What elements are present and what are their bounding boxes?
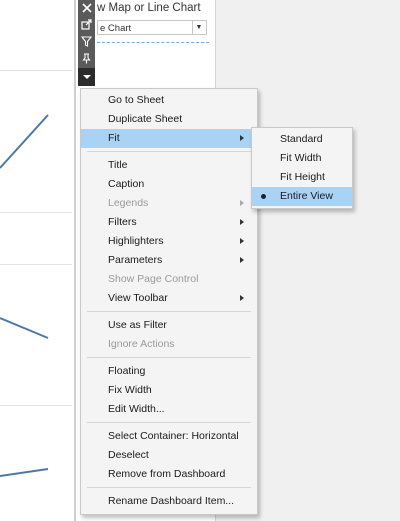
filter-icon[interactable] bbox=[78, 33, 95, 49]
menu-item-label: Show Page Control bbox=[108, 273, 199, 285]
dashed-divider bbox=[97, 42, 209, 43]
menu-item-label: Fix Width bbox=[108, 384, 152, 396]
chart-type-select-value: e Chart bbox=[100, 23, 132, 34]
fit-option-label: Fit Height bbox=[280, 171, 325, 183]
menu-item-label: Fit bbox=[108, 132, 120, 144]
selected-bullet-icon bbox=[261, 194, 266, 199]
menu-item-label: Ignore Actions bbox=[108, 338, 175, 350]
fit-option-fit-width[interactable]: Fit Width bbox=[252, 149, 352, 168]
menu-item-label: Remove from Dashboard bbox=[108, 468, 226, 480]
submenu-arrow-icon bbox=[240, 257, 244, 263]
fit-option-entire-view[interactable]: Entire View bbox=[252, 187, 352, 206]
submenu-arrow-icon bbox=[240, 295, 244, 301]
menu-item-floating[interactable]: Floating bbox=[81, 362, 257, 381]
menu-item-parameters[interactable]: Parameters bbox=[81, 251, 257, 270]
container-divider bbox=[74, 0, 76, 521]
menu-separator bbox=[87, 487, 251, 488]
menu-item-go-to-sheet[interactable]: Go to Sheet bbox=[81, 91, 257, 110]
pin-icon[interactable] bbox=[78, 50, 95, 66]
menu-item-highlighters[interactable]: Highlighters bbox=[81, 232, 257, 251]
menu-item-select-container[interactable]: Select Container: Horizontal bbox=[81, 427, 257, 446]
line-series-2 bbox=[0, 317, 49, 339]
menu-item-label: Parameters bbox=[108, 254, 163, 266]
open-sheet-icon[interactable] bbox=[78, 16, 95, 32]
menu-separator bbox=[87, 357, 251, 358]
menu-item-label: Edit Width... bbox=[108, 403, 165, 415]
fit-option-label: Standard bbox=[280, 133, 323, 145]
menu-item-rename-dashboard-item[interactable]: Rename Dashboard Item... bbox=[81, 492, 257, 511]
menu-item-label: Floating bbox=[108, 365, 146, 377]
context-menu: Go to Sheet Duplicate Sheet Fit Title Ca… bbox=[80, 88, 258, 515]
fit-option-standard[interactable]: Standard bbox=[252, 130, 352, 149]
menu-item-duplicate-sheet[interactable]: Duplicate Sheet bbox=[81, 110, 257, 129]
menu-item-label: Use as Filter bbox=[108, 319, 167, 331]
submenu-arrow-icon bbox=[240, 238, 244, 244]
more-options-icon[interactable] bbox=[78, 68, 95, 86]
fit-option-label: Entire View bbox=[280, 190, 333, 202]
line-chart-fragments bbox=[0, 114, 49, 477]
menu-item-label: View Toolbar bbox=[108, 292, 168, 304]
menu-item-view-toolbar[interactable]: View Toolbar bbox=[81, 289, 257, 308]
menu-item-caption[interactable]: Caption bbox=[81, 175, 257, 194]
submenu-arrow-icon bbox=[240, 200, 244, 206]
menu-item-legends: Legends bbox=[81, 194, 257, 213]
menu-item-fix-width[interactable]: Fix Width bbox=[81, 381, 257, 400]
menu-item-remove-from-dashboard[interactable]: Remove from Dashboard bbox=[81, 465, 257, 484]
dashboard-canvas bbox=[0, 0, 75, 521]
menu-item-label: Highlighters bbox=[108, 235, 164, 247]
menu-item-label: Duplicate Sheet bbox=[108, 113, 183, 125]
menu-separator bbox=[87, 151, 251, 152]
fit-option-label: Fit Width bbox=[280, 152, 322, 164]
menu-item-label: Deselect bbox=[108, 449, 149, 461]
fit-submenu: Standard Fit Width Fit Height Entire Vie… bbox=[251, 127, 353, 209]
line-series-1 bbox=[0, 114, 49, 169]
menu-item-title[interactable]: Title bbox=[81, 156, 257, 175]
menu-item-use-as-filter[interactable]: Use as Filter bbox=[81, 316, 257, 335]
menu-item-edit-width[interactable]: Edit Width... bbox=[81, 400, 257, 419]
menu-item-label: Filters bbox=[108, 216, 137, 228]
object-toolbar bbox=[78, 0, 95, 86]
menu-item-ignore-actions: Ignore Actions bbox=[81, 335, 257, 354]
menu-item-label: Caption bbox=[108, 178, 145, 190]
menu-separator bbox=[87, 311, 251, 312]
menu-item-label: Title bbox=[108, 159, 128, 171]
menu-item-deselect[interactable]: Deselect bbox=[81, 446, 257, 465]
menu-item-label: Rename Dashboard Item... bbox=[108, 495, 235, 507]
chevron-down-icon: ▼ bbox=[192, 21, 205, 34]
menu-item-label: Go to Sheet bbox=[108, 94, 165, 106]
menu-item-label: Select Container: Horizontal bbox=[108, 430, 239, 442]
menu-item-filters[interactable]: Filters bbox=[81, 213, 257, 232]
menu-item-show-page-control: Show Page Control bbox=[81, 270, 257, 289]
menu-separator bbox=[87, 422, 251, 423]
line-series-3 bbox=[0, 468, 49, 477]
menu-item-fit[interactable]: Fit bbox=[81, 129, 257, 148]
panel-title: w Map or Line Chart bbox=[97, 2, 201, 14]
submenu-arrow-icon bbox=[240, 219, 244, 225]
fit-option-fit-height[interactable]: Fit Height bbox=[252, 168, 352, 187]
chart-type-select[interactable]: e Chart ▼ bbox=[97, 20, 207, 35]
close-icon[interactable] bbox=[78, 0, 95, 16]
menu-item-label: Legends bbox=[108, 197, 149, 209]
submenu-arrow-icon bbox=[240, 135, 244, 141]
